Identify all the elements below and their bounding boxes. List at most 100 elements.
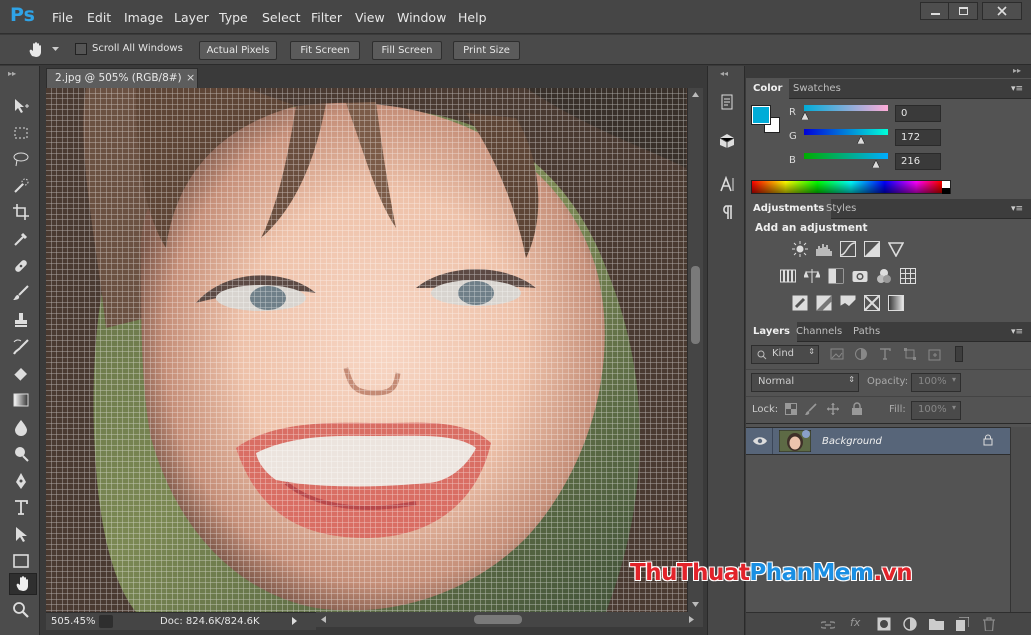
shape-tool[interactable] — [10, 550, 32, 572]
minimize-button[interactable] — [920, 2, 950, 20]
collapse-right-icon[interactable]: ▸▸ — [1013, 66, 1021, 75]
layer-kind-filter[interactable]: Kind ⇕ — [751, 345, 819, 364]
hand-tool-preset-icon[interactable] — [27, 41, 45, 59]
fit-screen-button[interactable]: Fit Screen — [290, 41, 360, 60]
scroll-right-icon[interactable] — [689, 616, 694, 623]
zoom-tool[interactable] — [10, 599, 32, 621]
tab-swatches[interactable]: Swatches — [786, 79, 848, 99]
opacity-field[interactable]: 100% ▾ — [911, 373, 961, 392]
filter-shape-icon[interactable] — [903, 347, 917, 361]
hue-saturation-icon[interactable] — [780, 268, 796, 284]
new-group-icon[interactable] — [929, 617, 944, 630]
lock-all-icon[interactable] — [851, 402, 863, 415]
3d-panel-button[interactable] — [717, 131, 737, 151]
horizontal-scroll-thumb[interactable] — [474, 615, 522, 624]
channel-r-thumb[interactable] — [801, 112, 809, 120]
scroll-left-icon[interactable] — [321, 616, 326, 623]
fill-field[interactable]: 100% ▾ — [911, 401, 961, 420]
menu-view[interactable]: View — [355, 10, 385, 25]
foreground-color-swatch[interactable] — [751, 105, 771, 125]
hand-tool[interactable] — [9, 573, 37, 595]
lasso-tool[interactable] — [10, 148, 32, 170]
pen-tool[interactable] — [10, 470, 32, 492]
actual-pixels-button[interactable]: Actual Pixels — [199, 41, 277, 60]
layers-panel-menu-icon[interactable]: ▾≡ — [1011, 327, 1023, 337]
channel-b-thumb[interactable] — [872, 160, 880, 168]
filter-pixel-icon[interactable] — [830, 347, 844, 361]
brush-tool[interactable] — [10, 282, 32, 304]
channel-r-value[interactable]: 0 — [895, 105, 941, 122]
move-tool[interactable] — [10, 95, 32, 117]
history-brush-tool[interactable] — [10, 336, 32, 358]
color-balance-icon[interactable] — [804, 268, 820, 284]
menu-filter[interactable]: Filter — [311, 10, 342, 25]
gradient-map-icon[interactable] — [888, 295, 904, 311]
eyedropper-tool[interactable] — [10, 228, 32, 250]
menu-file[interactable]: File — [52, 10, 73, 25]
horizontal-scrollbar[interactable] — [316, 612, 703, 627]
filter-toggle-switch[interactable] — [955, 346, 963, 362]
vertical-scrollbar[interactable] — [687, 88, 703, 612]
black-white-icon[interactable] — [828, 268, 844, 284]
image-canvas[interactable] — [46, 88, 687, 612]
document-tab[interactable]: 2.jpg @ 505% (RGB/8#) — [46, 68, 198, 88]
character-panel-button[interactable] — [717, 174, 737, 194]
layer-style-fx-icon[interactable]: fx — [850, 616, 860, 629]
brightness-icon[interactable] — [792, 241, 808, 257]
crop-tool[interactable] — [10, 201, 32, 223]
document-tab-close-icon[interactable]: × — [186, 71, 195, 84]
filter-type-icon[interactable] — [878, 347, 892, 361]
tab-styles[interactable]: Styles — [819, 199, 863, 219]
lock-position-icon[interactable] — [827, 403, 839, 415]
path-select-tool[interactable] — [10, 523, 32, 545]
healing-brush-tool[interactable] — [10, 255, 32, 277]
delete-layer-icon[interactable] — [983, 617, 995, 631]
color-panel-menu-icon[interactable]: ▾≡ — [1011, 84, 1023, 94]
maximize-button[interactable] — [948, 2, 978, 20]
tab-color[interactable]: Color — [746, 79, 790, 99]
posterize-icon[interactable] — [816, 295, 832, 311]
dodge-tool[interactable] — [10, 443, 32, 465]
adjustments-panel-menu-icon[interactable]: ▾≡ — [1011, 204, 1023, 214]
vertical-scroll-thumb[interactable] — [691, 266, 700, 344]
layers-scrollbar[interactable] — [1010, 427, 1031, 612]
tab-paths[interactable]: Paths — [846, 322, 887, 342]
menu-edit[interactable]: Edit — [87, 10, 111, 25]
channel-g-slider[interactable] — [804, 129, 888, 135]
status-export-icon[interactable] — [99, 615, 113, 628]
scroll-down-icon[interactable] — [692, 602, 699, 607]
channel-g-thumb[interactable] — [857, 136, 865, 144]
channel-r-slider[interactable] — [804, 105, 888, 111]
channel-b-value[interactable]: 216 — [895, 153, 941, 170]
tab-channels[interactable]: Channels — [789, 322, 849, 342]
scroll-all-windows-checkbox[interactable] — [75, 43, 87, 55]
channel-mixer-icon[interactable] — [876, 268, 892, 284]
gradient-tool[interactable] — [10, 389, 32, 411]
collapse-left-icon[interactable]: ▸▸ — [8, 69, 16, 78]
fill-screen-button[interactable]: Fill Screen — [372, 41, 442, 60]
marquee-tool[interactable] — [10, 122, 32, 144]
vibrance-icon[interactable] — [888, 241, 904, 257]
link-layers-icon[interactable] — [821, 618, 835, 630]
lock-image-icon[interactable] — [805, 403, 817, 415]
blend-mode-select[interactable]: Normal ⇕ — [751, 373, 859, 392]
filter-adjustment-icon[interactable] — [854, 347, 868, 361]
history-panel-button[interactable] — [717, 92, 737, 112]
filter-smart-object-icon[interactable] — [928, 347, 942, 361]
scroll-up-icon[interactable] — [692, 92, 699, 97]
status-menu-arrow-icon[interactable] — [292, 617, 297, 625]
levels-icon[interactable] — [816, 241, 832, 257]
threshold-icon[interactable] — [840, 295, 856, 311]
clone-stamp-tool[interactable] — [10, 309, 32, 331]
add-mask-icon[interactable] — [877, 617, 891, 631]
blur-tool[interactable] — [10, 416, 32, 438]
eraser-tool[interactable] — [10, 362, 32, 384]
new-adjustment-layer-icon[interactable] — [903, 617, 917, 631]
photo-filter-icon[interactable] — [852, 268, 868, 284]
menu-layer[interactable]: Layer — [174, 10, 209, 25]
layer-row-background[interactable]: Background — [746, 427, 1010, 455]
selective-color-icon[interactable] — [864, 295, 880, 311]
paragraph-panel-button[interactable] — [717, 202, 737, 222]
print-size-button[interactable]: Print Size — [453, 41, 520, 60]
channel-g-value[interactable]: 172 — [895, 129, 941, 146]
